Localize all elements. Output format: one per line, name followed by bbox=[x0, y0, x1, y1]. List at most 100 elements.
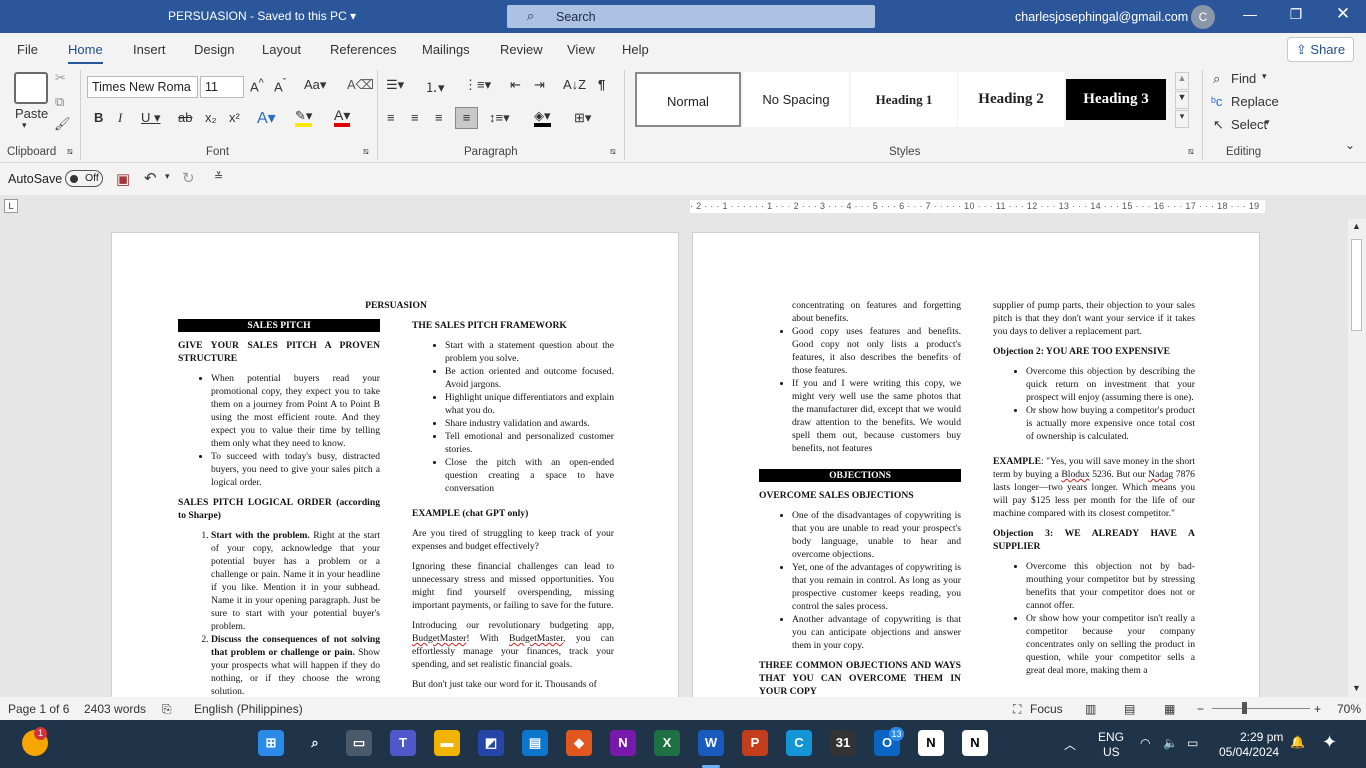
zoom-in-icon[interactable]: + bbox=[1314, 702, 1321, 716]
clipboard-launcher-icon[interactable]: ⧅ bbox=[67, 146, 73, 157]
borders-icon[interactable]: ⊞▾ bbox=[574, 110, 591, 126]
excel-icon[interactable]: X bbox=[654, 730, 680, 756]
chevron-up-icon[interactable]: ︿ bbox=[1064, 736, 1076, 753]
language-line-2[interactable]: US bbox=[1103, 745, 1120, 759]
styles-scroll-up-icon[interactable]: ▲ bbox=[1175, 72, 1189, 90]
tab-file[interactable]: File bbox=[17, 42, 38, 57]
store-icon[interactable]: ▤ bbox=[522, 730, 548, 756]
powerpoint-icon[interactable]: P bbox=[742, 730, 768, 756]
page-2[interactable]: concentrating on features and forgetting… bbox=[692, 232, 1260, 697]
scroll-up-icon[interactable]: ▲ bbox=[1352, 221, 1361, 231]
web-layout-icon[interactable]: ▦ bbox=[1164, 702, 1175, 716]
document-title[interactable]: PERSUASION - Saved to this PC ▾ bbox=[168, 9, 356, 23]
onenote-icon[interactable]: N bbox=[610, 730, 636, 756]
wifi-icon[interactable]: ◠ bbox=[1140, 736, 1150, 750]
page-count[interactable]: Page 1 of 6 bbox=[8, 702, 69, 716]
scroll-down-icon[interactable]: ▼ bbox=[1352, 683, 1361, 693]
paragraph-launcher-icon[interactable]: ⧅ bbox=[610, 146, 616, 157]
select-chevron-icon[interactable]: ▾ bbox=[1265, 117, 1270, 128]
focus-button[interactable]: Focus bbox=[1030, 702, 1063, 716]
collapse-ribbon-icon[interactable]: ⌄ bbox=[1345, 138, 1355, 152]
cut-icon[interactable]: ✂ bbox=[55, 70, 66, 86]
read-mode-icon[interactable]: ▥ bbox=[1085, 702, 1096, 716]
underline-icon[interactable]: U ▾ bbox=[141, 110, 161, 126]
replace-button[interactable]: Replace bbox=[1231, 94, 1279, 109]
decrease-indent-icon[interactable]: ⇤ bbox=[510, 77, 521, 93]
select-icon[interactable]: ↖ bbox=[1213, 117, 1224, 133]
start-icon[interactable]: ⊞ bbox=[258, 730, 284, 756]
pilcrow-icon[interactable]: ¶ bbox=[598, 77, 605, 92]
tab-design[interactable]: Design bbox=[194, 42, 234, 57]
save-icon[interactable]: ▣ bbox=[116, 170, 130, 188]
word-icon[interactable]: W bbox=[698, 730, 724, 756]
share-button[interactable]: ⇪ Share bbox=[1287, 37, 1354, 62]
paste-chevron-icon[interactable]: ▾ bbox=[22, 120, 27, 131]
align-center-icon[interactable]: ≡ bbox=[411, 110, 419, 125]
font-color-icon[interactable]: A▾ bbox=[334, 108, 351, 127]
tab-layout[interactable]: Layout bbox=[262, 42, 301, 57]
search-icon[interactable]: ⌕ bbox=[302, 730, 328, 756]
style-normal[interactable]: Normal bbox=[635, 72, 741, 127]
paste-label[interactable]: Paste bbox=[15, 106, 48, 121]
misspelled-word[interactable]: Blodux bbox=[1061, 469, 1089, 480]
word-count[interactable]: 2403 words bbox=[84, 702, 146, 716]
shrink-font-icon[interactable]: Aˇ bbox=[274, 77, 286, 94]
teams-icon[interactable]: T bbox=[390, 730, 416, 756]
calendar-icon[interactable]: 31 bbox=[830, 730, 856, 756]
font-name-input[interactable]: Times New Roma bbox=[87, 76, 198, 98]
search-box[interactable]: ⌕ Search bbox=[507, 5, 875, 28]
language-line-1[interactable]: ENG bbox=[1098, 730, 1124, 744]
restore-icon[interactable]: ❐ bbox=[1286, 6, 1306, 23]
volume-icon[interactable]: 🔈 bbox=[1163, 736, 1178, 750]
tab-selector-icon[interactable]: L bbox=[4, 199, 18, 213]
replace-icon[interactable]: ᵇc bbox=[1211, 94, 1222, 109]
page-1[interactable]: PERSUASION SALES PITCH GIVE YOUR SALES P… bbox=[111, 232, 679, 697]
select-button[interactable]: Select bbox=[1231, 117, 1267, 132]
superscript-icon[interactable]: x² bbox=[229, 110, 240, 125]
vertical-scrollbar[interactable]: ▲ ▼ bbox=[1348, 219, 1366, 697]
styles-launcher-icon[interactable]: ⧅ bbox=[1188, 146, 1194, 157]
undo-chevron-icon[interactable]: ▾ bbox=[165, 171, 170, 182]
text-effects-icon[interactable]: A▾ bbox=[257, 108, 276, 128]
style-heading-1[interactable]: Heading 1 bbox=[851, 72, 957, 127]
copilot-icon[interactable]: ✦ bbox=[1322, 732, 1337, 753]
format-painter-icon[interactable]: 🖌 bbox=[54, 116, 71, 132]
notion-icon[interactable]: N bbox=[918, 730, 944, 756]
task-view-icon[interactable]: ▭ bbox=[346, 730, 372, 756]
language-indicator[interactable]: English (Philippines) bbox=[194, 702, 303, 716]
align-left-icon[interactable]: ≡ bbox=[387, 110, 395, 125]
zoom-slider[interactable] bbox=[1212, 708, 1310, 709]
misspelled-word[interactable]: BudgetMaster bbox=[412, 633, 466, 644]
paste-icon[interactable] bbox=[14, 72, 48, 104]
app-icon[interactable]: C bbox=[786, 730, 812, 756]
notion-icon[interactable]: N bbox=[962, 730, 988, 756]
autosave-toggle[interactable]: Off bbox=[65, 170, 103, 187]
tab-home[interactable]: Home bbox=[68, 42, 103, 65]
multilevel-list-icon[interactable]: ⋮≡▾ bbox=[464, 77, 491, 93]
proofing-icon[interactable]: ⎘ bbox=[162, 702, 172, 717]
justify-icon[interactable]: ≡ bbox=[455, 107, 478, 129]
align-right-icon[interactable]: ≡ bbox=[435, 110, 443, 125]
brave-icon[interactable]: ◆ bbox=[566, 730, 592, 756]
copy-icon[interactable]: ⧉ bbox=[55, 94, 64, 110]
redo-icon[interactable]: ↻ bbox=[182, 169, 195, 187]
notification-bell-icon[interactable]: 🔔 bbox=[1290, 735, 1305, 749]
line-spacing-icon[interactable]: ↕≡▾ bbox=[489, 110, 510, 126]
print-layout-icon[interactable]: ▤ bbox=[1124, 702, 1135, 716]
change-case-icon[interactable]: Aa▾ bbox=[304, 77, 326, 93]
grow-font-icon[interactable]: A^ bbox=[250, 77, 264, 94]
horizontal-ruler[interactable]: · 2 · · · 1 · · · · · · 1 · · · 2 · · · … bbox=[690, 200, 1265, 213]
close-icon[interactable]: ✕ bbox=[1333, 4, 1353, 24]
sort-icon[interactable]: A↓Z bbox=[563, 77, 586, 92]
italic-icon[interactable]: I bbox=[118, 110, 122, 126]
styles-scroll-down-icon[interactable]: ▼ bbox=[1175, 91, 1189, 109]
zoom-slider-thumb[interactable] bbox=[1242, 702, 1247, 714]
zoom-out-icon[interactable]: − bbox=[1197, 702, 1204, 716]
avatar[interactable]: C bbox=[1191, 5, 1215, 29]
tab-review[interactable]: Review bbox=[500, 42, 543, 57]
tab-view[interactable]: View bbox=[567, 42, 595, 57]
increase-indent-icon[interactable]: ⇥ bbox=[534, 77, 545, 93]
battery-icon[interactable]: ▭ bbox=[1187, 736, 1198, 750]
app-icon[interactable]: ◩ bbox=[478, 730, 504, 756]
find-icon[interactable]: ⌕ bbox=[1213, 71, 1220, 87]
